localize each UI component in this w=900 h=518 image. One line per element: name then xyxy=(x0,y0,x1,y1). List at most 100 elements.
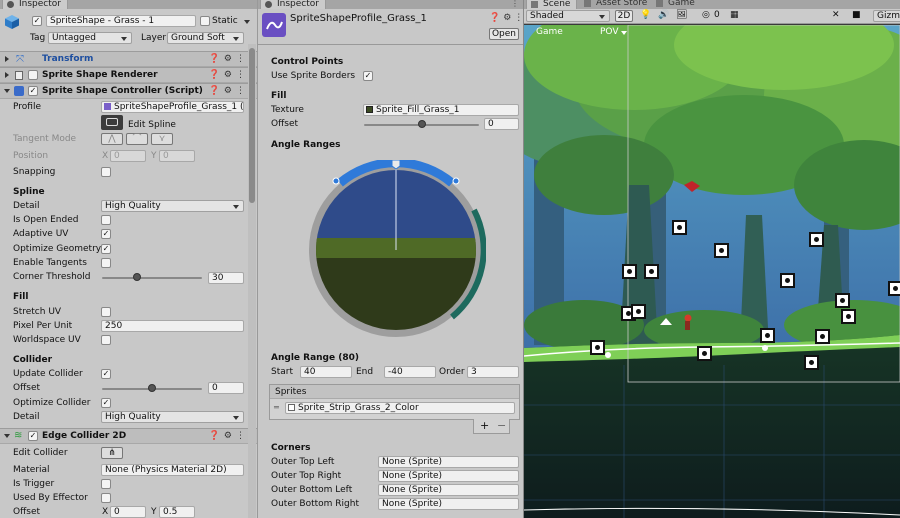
pixel-per-unit-input[interactable]: 250 xyxy=(101,320,244,332)
collider-offset-input[interactable]: 0 xyxy=(208,382,244,394)
audio-icon[interactable]: 🔊 xyxy=(658,10,669,20)
spline-point-handle[interactable] xyxy=(631,304,646,319)
update-collider-checkbox[interactable]: ✓ xyxy=(101,369,111,379)
spline-point-handle[interactable] xyxy=(714,243,729,258)
header-icons[interactable]: ❓⚙⋮ xyxy=(489,13,523,23)
tangent-linear-button[interactable]: ⋀ xyxy=(101,133,123,145)
corner-sprite-field[interactable]: None (Sprite) xyxy=(378,470,519,482)
scrollbar-thumb[interactable] xyxy=(249,48,255,203)
order-input[interactable]: 3 xyxy=(467,366,519,378)
inspector-scrollbar[interactable] xyxy=(248,44,256,518)
spline-point-handle[interactable] xyxy=(815,329,830,344)
spline-point-handle[interactable] xyxy=(780,273,795,288)
renderer-component-header[interactable]: Sprite Shape Renderer ❓⚙⋮ xyxy=(0,67,257,83)
tangent-continuous-button[interactable]: ⌒ xyxy=(126,133,148,145)
material-object-field[interactable]: None (Physics Material 2D) xyxy=(101,464,244,476)
tangent-broken-button[interactable]: ⋎ xyxy=(151,133,173,145)
spline-point-handle[interactable] xyxy=(760,328,775,343)
spline-point-handle[interactable] xyxy=(672,220,687,235)
tools-icon[interactable]: ✕ xyxy=(832,10,840,20)
adaptive-uv-checkbox[interactable]: ✓ xyxy=(101,229,111,239)
expand-arrow-icon[interactable] xyxy=(4,89,10,93)
sprite-item-field[interactable]: Sprite_Strip_Grass_2_Color xyxy=(285,402,515,414)
pos-x-input[interactable]: 0 xyxy=(110,150,146,162)
spline-point-handle[interactable] xyxy=(809,232,824,247)
expand-arrow-icon[interactable] xyxy=(4,434,10,438)
renderer-enabled-checkbox[interactable] xyxy=(28,70,38,80)
effects-icon[interactable]: 🖼 xyxy=(676,10,687,20)
hidden-objects-icon[interactable]: ◎ xyxy=(702,10,710,20)
use-sprite-borders-checkbox[interactable]: ✓ xyxy=(363,71,373,81)
mode-2d-toggle[interactable]: 2D xyxy=(615,10,633,22)
spline-point-handle[interactable] xyxy=(697,346,712,361)
corner-threshold-knob[interactable] xyxy=(133,273,141,281)
panel-menu-icon[interactable]: ⋮ xyxy=(511,0,519,8)
tab-inspector[interactable]: Inspector xyxy=(260,0,326,9)
tab-scene[interactable]: Scene xyxy=(526,0,578,9)
edge-collider-component-header[interactable]: ≋ ✓ Edge Collider 2D ❓⚙⋮ xyxy=(0,428,257,444)
grid-icon[interactable]: ▦ xyxy=(730,10,739,20)
optimize-collider-checkbox[interactable]: ✓ xyxy=(101,398,111,408)
spline-point-handle[interactable] xyxy=(622,264,637,279)
collider-offset-knob[interactable] xyxy=(148,384,156,392)
open-ended-checkbox[interactable] xyxy=(101,215,111,225)
corner-sprite-field[interactable]: None (Sprite) xyxy=(378,456,519,468)
tab-inspector[interactable]: Inspector xyxy=(2,0,68,9)
corner-sprite-field[interactable]: None (Sprite) xyxy=(378,498,519,510)
camera-icon[interactable]: ■ xyxy=(852,10,861,20)
controller-component-header[interactable]: ✓ Sprite Shape Controller (Script) ❓⚙⋮ xyxy=(0,83,257,99)
corner-threshold-slider[interactable] xyxy=(102,277,202,279)
scene-viewport[interactable]: Game POV xyxy=(524,25,900,518)
detail-dropdown[interactable]: High Quality xyxy=(101,200,244,212)
angle-range-wheel[interactable] xyxy=(306,158,487,340)
snapping-checkbox[interactable] xyxy=(101,167,111,177)
end-input[interactable]: -40 xyxy=(384,366,436,378)
active-checkbox[interactable]: ✓ xyxy=(32,16,42,26)
corner-sprite-field[interactable]: None (Sprite) xyxy=(378,484,519,496)
is-trigger-checkbox[interactable] xyxy=(101,479,111,489)
tab-game[interactable]: Game xyxy=(652,0,701,9)
edit-collider-button[interactable]: ⋔ xyxy=(101,447,123,459)
edge-collider-enabled-checkbox[interactable]: ✓ xyxy=(28,431,38,441)
optimize-geometry-checkbox[interactable]: ✓ xyxy=(101,244,111,254)
component-menu-icons[interactable]: ❓⚙⋮ xyxy=(209,70,249,80)
spline-point-handle[interactable] xyxy=(804,355,819,370)
transform-component-header[interactable]: ⤧ Transform ❓⚙⋮ xyxy=(0,51,257,67)
enable-tangents-checkbox[interactable] xyxy=(101,258,111,268)
expand-arrow-icon[interactable] xyxy=(5,72,9,78)
profile-object-field[interactable]: SpriteShapeProfile_Grass_1 (S xyxy=(101,101,244,113)
stretch-uv-checkbox[interactable] xyxy=(101,307,111,317)
drag-handle-icon[interactable]: ═ xyxy=(274,403,279,412)
start-input[interactable]: 40 xyxy=(300,366,352,378)
pov-dropdown[interactable]: POV xyxy=(600,27,627,37)
edge-offset-x-input[interactable]: 0 xyxy=(110,506,146,518)
worldspace-uv-checkbox[interactable] xyxy=(101,335,111,345)
lighting-icon[interactable]: 💡 xyxy=(640,10,651,20)
shading-mode-dropdown[interactable]: Shaded xyxy=(526,10,610,22)
component-menu-icons[interactable]: ❓⚙⋮ xyxy=(209,431,249,441)
spline-point-handle[interactable] xyxy=(590,340,605,355)
collider-detail-dropdown[interactable]: High Quality xyxy=(101,411,244,423)
component-menu-icons[interactable]: ❓⚙⋮ xyxy=(209,54,249,64)
spline-point-handle[interactable] xyxy=(644,264,659,279)
fill-offset-input[interactable]: 0 xyxy=(484,118,519,130)
gizmos-dropdown[interactable]: Gizmo xyxy=(873,10,900,22)
corner-threshold-input[interactable]: 30 xyxy=(208,272,244,284)
spline-point-handle[interactable] xyxy=(841,309,856,324)
add-item-button[interactable]: + xyxy=(480,419,489,432)
used-by-effector-checkbox[interactable] xyxy=(101,493,111,503)
texture-object-field[interactable]: Sprite_Fill_Grass_1 xyxy=(363,104,519,116)
pos-y-input[interactable]: 0 xyxy=(159,150,195,162)
open-button[interactable]: Open xyxy=(489,28,519,40)
static-checkbox[interactable] xyxy=(200,16,210,26)
object-name-input[interactable]: SpriteShape - Grass - 1 xyxy=(46,15,196,27)
tab-asset-store[interactable]: Asset Store xyxy=(580,0,654,9)
fill-offset-knob[interactable] xyxy=(418,120,426,128)
static-dropdown-arrow[interactable] xyxy=(244,20,250,24)
remove-item-button[interactable]: − xyxy=(497,419,506,432)
expand-arrow-icon[interactable] xyxy=(5,56,9,62)
tag-dropdown[interactable]: Untagged xyxy=(48,32,132,44)
spline-point-handle[interactable] xyxy=(835,293,850,308)
edit-spline-button[interactable] xyxy=(101,115,123,130)
edge-offset-y-input[interactable]: 0.5 xyxy=(159,506,195,518)
